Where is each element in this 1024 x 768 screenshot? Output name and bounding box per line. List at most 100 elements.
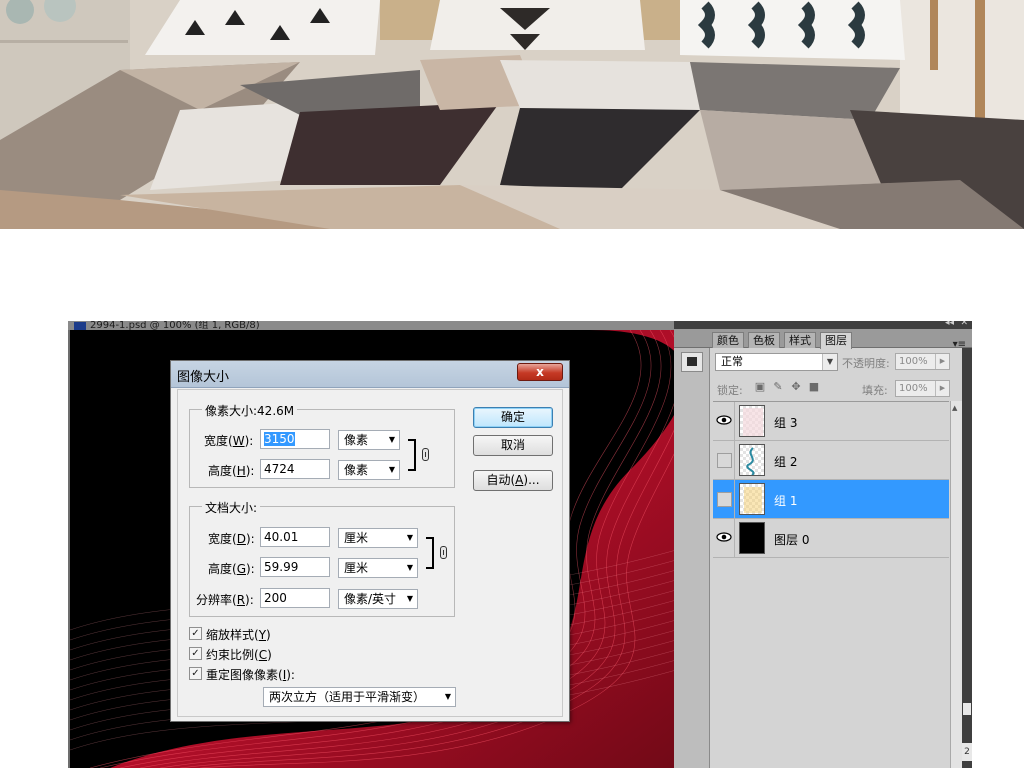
collapsed-panel-number: 2 <box>962 743 972 761</box>
constrain-proportions-checkbox[interactable]: ✓ <box>189 647 202 660</box>
lock-label: 锁定: <box>717 384 743 397</box>
doc-height-value: 59.99 <box>264 560 299 574</box>
auto-button[interactable]: 自动(A)... <box>473 470 553 491</box>
layer-thumbnail <box>739 522 765 554</box>
scale-styles-checkbox[interactable]: ✓ <box>189 627 202 640</box>
lock-all-icon[interactable]: ■ <box>808 381 820 393</box>
doc-height-unit-select[interactable]: 厘米 ▼ <box>338 558 418 578</box>
resolution-input[interactable]: 200 <box>260 588 330 608</box>
layer-name: 图层 0 <box>774 533 810 547</box>
cancel-button[interactable]: 取消 <box>473 435 553 456</box>
tab-swatches[interactable]: 色板 <box>748 332 780 348</box>
dialog-title: 图像大小 <box>177 370 230 385</box>
pixel-width-unit-select[interactable]: 像素 ▼ <box>338 430 400 450</box>
fill-label: 填充: <box>862 384 888 397</box>
lock-transparency-icon[interactable]: ▣ <box>754 381 766 393</box>
document-icon <box>74 322 86 330</box>
layers-list: 组 3 组 2 组 1 图层 0 <box>713 401 949 768</box>
eye-icon <box>716 532 732 542</box>
chevron-down-icon: ▼ <box>444 692 451 701</box>
collapse-panels-icon[interactable]: ◂◂ <box>945 321 954 328</box>
opacity-label: 不透明度: <box>842 357 890 370</box>
tab-color[interactable]: 颜色 <box>712 332 744 348</box>
layer-thumbnail <box>739 444 765 476</box>
layer-row-group-1[interactable]: 组 1 <box>713 480 949 519</box>
chevron-down-icon: ▼ <box>406 563 413 572</box>
checkmark-icon: ✓ <box>191 668 200 679</box>
layers-panel-dock: ◂◂ ✕ 颜色 色板 样式 图层 ▾≡ 正常 ▼ 不透明度: 100% ▶ 锁定… <box>674 321 972 768</box>
document-title-bar: 2994-1.psd @ 100% (组 1, RGB/8) <box>68 321 674 330</box>
image-size-dialog: 图像大小 x 像素大小:42.6M 宽度(W): 3150 像素 ▼ 高度(H)… <box>170 360 570 722</box>
visibility-toggle[interactable] <box>713 519 735 557</box>
chevron-down-icon: ▼ <box>388 465 395 474</box>
pixel-dimensions-legend: 像素大小:42.6M <box>202 402 298 419</box>
doc-height-input[interactable]: 59.99 <box>260 557 330 577</box>
resolution-label: 分辨率(R): <box>196 593 254 607</box>
checkmark-icon: ✓ <box>191 628 200 639</box>
ok-button[interactable]: 确定 <box>473 407 553 428</box>
pixel-width-value: 3150 <box>264 432 295 446</box>
panel-tabs: 颜色 色板 样式 图层 ▾≡ <box>674 329 972 350</box>
layer-row-group-2[interactable]: 组 2 <box>713 441 949 480</box>
resolution-unit: 像素/英寸 <box>344 592 397 606</box>
chevron-down-icon: ▼ <box>388 435 395 444</box>
pixel-height-unit: 像素 <box>344 463 369 477</box>
layers-panel-icon[interactable] <box>681 352 703 372</box>
layer-name: 组 1 <box>774 494 798 508</box>
lock-pixels-icon[interactable]: ✎ <box>772 381 784 393</box>
pixel-height-value: 4724 <box>264 462 295 476</box>
panel-top-bar: ◂◂ ✕ <box>674 321 972 329</box>
fill-value: 100% <box>899 383 928 394</box>
link-chain-icon <box>440 546 447 559</box>
doc-width-input[interactable]: 40.01 <box>260 527 330 547</box>
chevron-down-icon: ▼ <box>406 594 413 603</box>
visibility-toggle[interactable] <box>713 441 735 479</box>
doc-height-label: 高度(G): <box>208 562 255 576</box>
link-chain-icon <box>422 448 429 461</box>
resample-method-value: 两次立方（适用于平滑渐变） <box>269 690 426 704</box>
constrain-bracket <box>426 537 434 569</box>
resample-checkbox[interactable]: ✓ <box>189 667 202 680</box>
pixel-height-input[interactable]: 4724 <box>260 459 330 479</box>
blend-mode-select[interactable]: 正常 ▼ <box>715 353 838 371</box>
close-button[interactable]: x <box>517 363 563 381</box>
opacity-input[interactable]: 100% ▶ <box>895 353 950 370</box>
layers-scrollbar[interactable]: ▲ <box>950 401 962 768</box>
pixel-dimensions-group: 像素大小:42.6M 宽度(W): 3150 像素 ▼ 高度(H): 4724 … <box>189 402 455 488</box>
pixel-width-label: 宽度(W): <box>204 434 254 448</box>
dialog-title-bar[interactable]: 图像大小 x <box>171 361 569 388</box>
resample-method-select[interactable]: 两次立方（适用于平滑渐变） ▼ <box>263 687 456 707</box>
chevron-down-icon: ▼ <box>822 354 837 370</box>
lock-position-icon[interactable]: ✥ <box>790 381 802 393</box>
collapsed-panel-tab[interactable] <box>963 703 971 715</box>
resample-label: 重定图像像素(I): <box>206 668 295 682</box>
layer-row-group-3[interactable]: 组 3 <box>713 402 949 441</box>
fill-input[interactable]: 100% ▶ <box>895 380 950 397</box>
doc-width-unit-select[interactable]: 厘米 ▼ <box>338 528 418 548</box>
scroll-up-icon[interactable]: ▲ <box>952 404 957 412</box>
tab-layers[interactable]: 图层 <box>820 332 852 349</box>
resolution-unit-select[interactable]: 像素/英寸 ▼ <box>338 589 418 609</box>
dialog-body: 像素大小:42.6M 宽度(W): 3150 像素 ▼ 高度(H): 4724 … <box>177 389 563 717</box>
pixel-width-input[interactable]: 3150 <box>260 429 330 449</box>
pixel-height-unit-select[interactable]: 像素 ▼ <box>338 460 400 480</box>
visibility-toggle[interactable] <box>713 480 735 518</box>
tab-styles[interactable]: 样式 <box>784 332 816 348</box>
doc-width-label: 宽度(D): <box>208 532 255 546</box>
resolution-value: 200 <box>264 591 287 605</box>
close-panel-icon[interactable]: ✕ <box>960 321 968 328</box>
blend-mode-value: 正常 <box>721 355 743 368</box>
layer-name: 组 2 <box>774 455 798 469</box>
document-size-legend: 文档大小: <box>202 499 261 516</box>
checkmark-icon: ✓ <box>191 648 200 659</box>
layer-row-layer-0[interactable]: 图层 0 <box>713 519 949 558</box>
panel-right-edge: 2 <box>962 348 972 768</box>
pixel-width-unit: 像素 <box>344 433 369 447</box>
visibility-toggle[interactable] <box>713 402 735 440</box>
chevron-right-icon[interactable]: ▶ <box>935 381 949 396</box>
document-title: 2994-1.psd @ 100% (组 1, RGB/8) <box>90 321 260 330</box>
chevron-right-icon[interactable]: ▶ <box>935 354 949 369</box>
eye-icon <box>716 415 732 425</box>
constrain-proportions-label: 约束比例(C) <box>206 648 272 662</box>
layer-name: 组 3 <box>774 416 798 430</box>
